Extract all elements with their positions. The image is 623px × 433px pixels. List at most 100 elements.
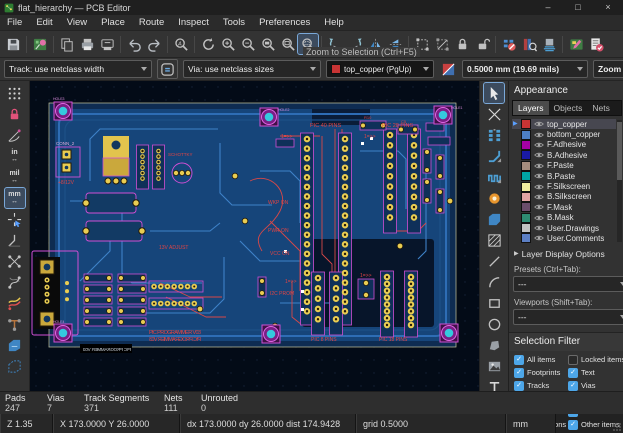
- grid-select[interactable]: 0.5000 mm (19.69 mils): [462, 60, 588, 78]
- footprint-editor-button[interactable]: [566, 34, 586, 54]
- layer-row[interactable]: F.Silkscreen: [512, 181, 616, 192]
- layer-row[interactable]: User.Drawings: [512, 223, 616, 234]
- menu-preferences[interactable]: Preferences: [252, 17, 317, 28]
- local-ratsnest-button[interactable]: [484, 104, 504, 124]
- cursor-shape-button[interactable]: [5, 209, 25, 229]
- draw-rectangle-button[interactable]: [484, 293, 504, 313]
- library-browser-button[interactable]: [519, 34, 539, 54]
- checkbox-icon[interactable]: [514, 367, 524, 378]
- unlock-button[interactable]: [472, 34, 492, 54]
- board-setup-button[interactable]: [30, 34, 50, 54]
- add-zone-button[interactable]: [484, 209, 504, 229]
- add-image-button[interactable]: [484, 356, 504, 376]
- menu-help[interactable]: Help: [317, 17, 351, 28]
- pcb-canvas[interactable]: PIC PROGRAMMER V03 PIC 40 PINS PIC 28 PI…: [30, 81, 479, 391]
- visibility-eye-icon[interactable]: [534, 151, 544, 159]
- draw-polygon-button[interactable]: [484, 335, 504, 355]
- layer-row[interactable]: F.Adhesive: [512, 139, 616, 150]
- auto-track-width-toggle[interactable]: [157, 59, 178, 79]
- tab-objects[interactable]: Objects: [548, 101, 588, 115]
- layer-row[interactable]: B.Silkscreen: [512, 191, 616, 202]
- visibility-eye-icon[interactable]: [534, 120, 544, 128]
- presets-select[interactable]: ---: [513, 275, 623, 292]
- polar-coords-button[interactable]: [5, 125, 25, 145]
- layer-row[interactable]: B.Paste: [512, 171, 616, 182]
- layer-row[interactable]: bottom_copper: [512, 129, 616, 140]
- units-inches-button[interactable]: in: [5, 146, 25, 166]
- visibility-eye-icon[interactable]: [534, 172, 544, 180]
- menu-tools[interactable]: Tools: [216, 17, 252, 28]
- draw-circle-button[interactable]: [484, 314, 504, 334]
- layer-color-swatch[interactable]: [521, 160, 531, 171]
- add-via-button[interactable]: [484, 188, 504, 208]
- checkbox-icon[interactable]: [568, 419, 578, 430]
- layer-color-swatch[interactable]: [521, 233, 531, 244]
- units-mm-button[interactable]: mm: [3, 187, 26, 209]
- visibility-eye-icon[interactable]: [534, 234, 544, 242]
- visibility-eye-icon[interactable]: [534, 141, 544, 149]
- layer-row[interactable]: F.Paste: [512, 160, 616, 171]
- filter-vias[interactable]: Vias: [568, 380, 623, 391]
- layer-select[interactable]: top_copper (PgUp): [326, 60, 434, 78]
- free-angle-button[interactable]: [5, 230, 25, 250]
- scrollbar-thumb[interactable]: [617, 122, 622, 180]
- zoom-fit-button[interactable]: [258, 34, 278, 54]
- layer-row[interactable]: ▶ top_copper: [512, 119, 616, 130]
- show-ratsnest-button[interactable]: [5, 251, 25, 271]
- layer-color-swatch[interactable]: [521, 150, 531, 161]
- zoom-out-button[interactable]: [238, 34, 258, 54]
- resize-grip[interactable]: [609, 414, 623, 433]
- add-footprint-button[interactable]: [484, 125, 504, 145]
- curved-ratsnest-button[interactable]: [5, 272, 25, 292]
- filter-tracks[interactable]: Tracks: [514, 380, 566, 391]
- copy-button[interactable]: [57, 34, 77, 54]
- visibility-eye-icon[interactable]: [534, 183, 544, 191]
- filter-text[interactable]: Text: [568, 367, 623, 378]
- stackup-button[interactable]: [539, 34, 559, 54]
- via-size-select[interactable]: Via: use netclass sizes: [183, 60, 321, 78]
- lock-button[interactable]: [452, 34, 472, 54]
- visibility-eye-icon[interactable]: [534, 162, 544, 170]
- menu-file[interactable]: File: [0, 17, 29, 28]
- menu-place[interactable]: Place: [94, 17, 132, 28]
- layer-color-swatch[interactable]: [521, 119, 531, 130]
- undo-button[interactable]: [124, 34, 144, 54]
- layer-row[interactable]: B.Adhesive: [512, 150, 616, 161]
- visibility-eye-icon[interactable]: [534, 131, 544, 139]
- layer-display-options[interactable]: ▶ Layer Display Options: [514, 249, 622, 259]
- zone-outline-display-button[interactable]: [5, 356, 25, 376]
- checkbox-icon[interactable]: [568, 367, 578, 378]
- checkbox-icon[interactable]: [514, 380, 524, 391]
- maximize-button[interactable]: □: [563, 0, 593, 15]
- tune-length-button[interactable]: [484, 167, 504, 187]
- redo-button[interactable]: [144, 34, 164, 54]
- net-color-mode-button[interactable]: [5, 314, 25, 334]
- zoom-in-button[interactable]: [218, 34, 238, 54]
- checkbox-icon[interactable]: [568, 354, 578, 365]
- save-button[interactable]: [3, 34, 23, 54]
- close-button[interactable]: ×: [593, 0, 623, 15]
- visibility-eye-icon[interactable]: [534, 214, 544, 222]
- filter-locked-items[interactable]: Locked items: [568, 354, 623, 365]
- draw-arc-button[interactable]: [484, 272, 504, 292]
- hide-ratsnest-button[interactable]: [499, 34, 519, 54]
- checkbox-icon[interactable]: [514, 354, 524, 365]
- zoom-objects-button[interactable]: [278, 34, 298, 54]
- minimize-button[interactable]: –: [533, 0, 563, 15]
- refresh-view-button[interactable]: [198, 34, 218, 54]
- plot-button[interactable]: [97, 34, 117, 54]
- checkbox-icon[interactable]: [568, 380, 578, 391]
- layer-color-swatch[interactable]: [521, 171, 531, 182]
- draw-line-button[interactable]: [484, 251, 504, 271]
- layer-row[interactable]: User.Comments: [512, 233, 616, 244]
- select-tool-button[interactable]: [483, 82, 505, 104]
- layer-color-swatch[interactable]: [521, 223, 531, 234]
- filter-all-items[interactable]: All items: [514, 354, 566, 365]
- zoom-select[interactable]: Zoom 1.50: [593, 60, 623, 78]
- layer-row[interactable]: F.Mask: [512, 202, 616, 213]
- zone-fill-display-button[interactable]: [5, 335, 25, 355]
- viewports-select[interactable]: ---: [513, 308, 623, 325]
- menu-inspect[interactable]: Inspect: [171, 17, 216, 28]
- layer-color-swatch[interactable]: [521, 181, 531, 192]
- highlight-nets-button[interactable]: [5, 293, 25, 313]
